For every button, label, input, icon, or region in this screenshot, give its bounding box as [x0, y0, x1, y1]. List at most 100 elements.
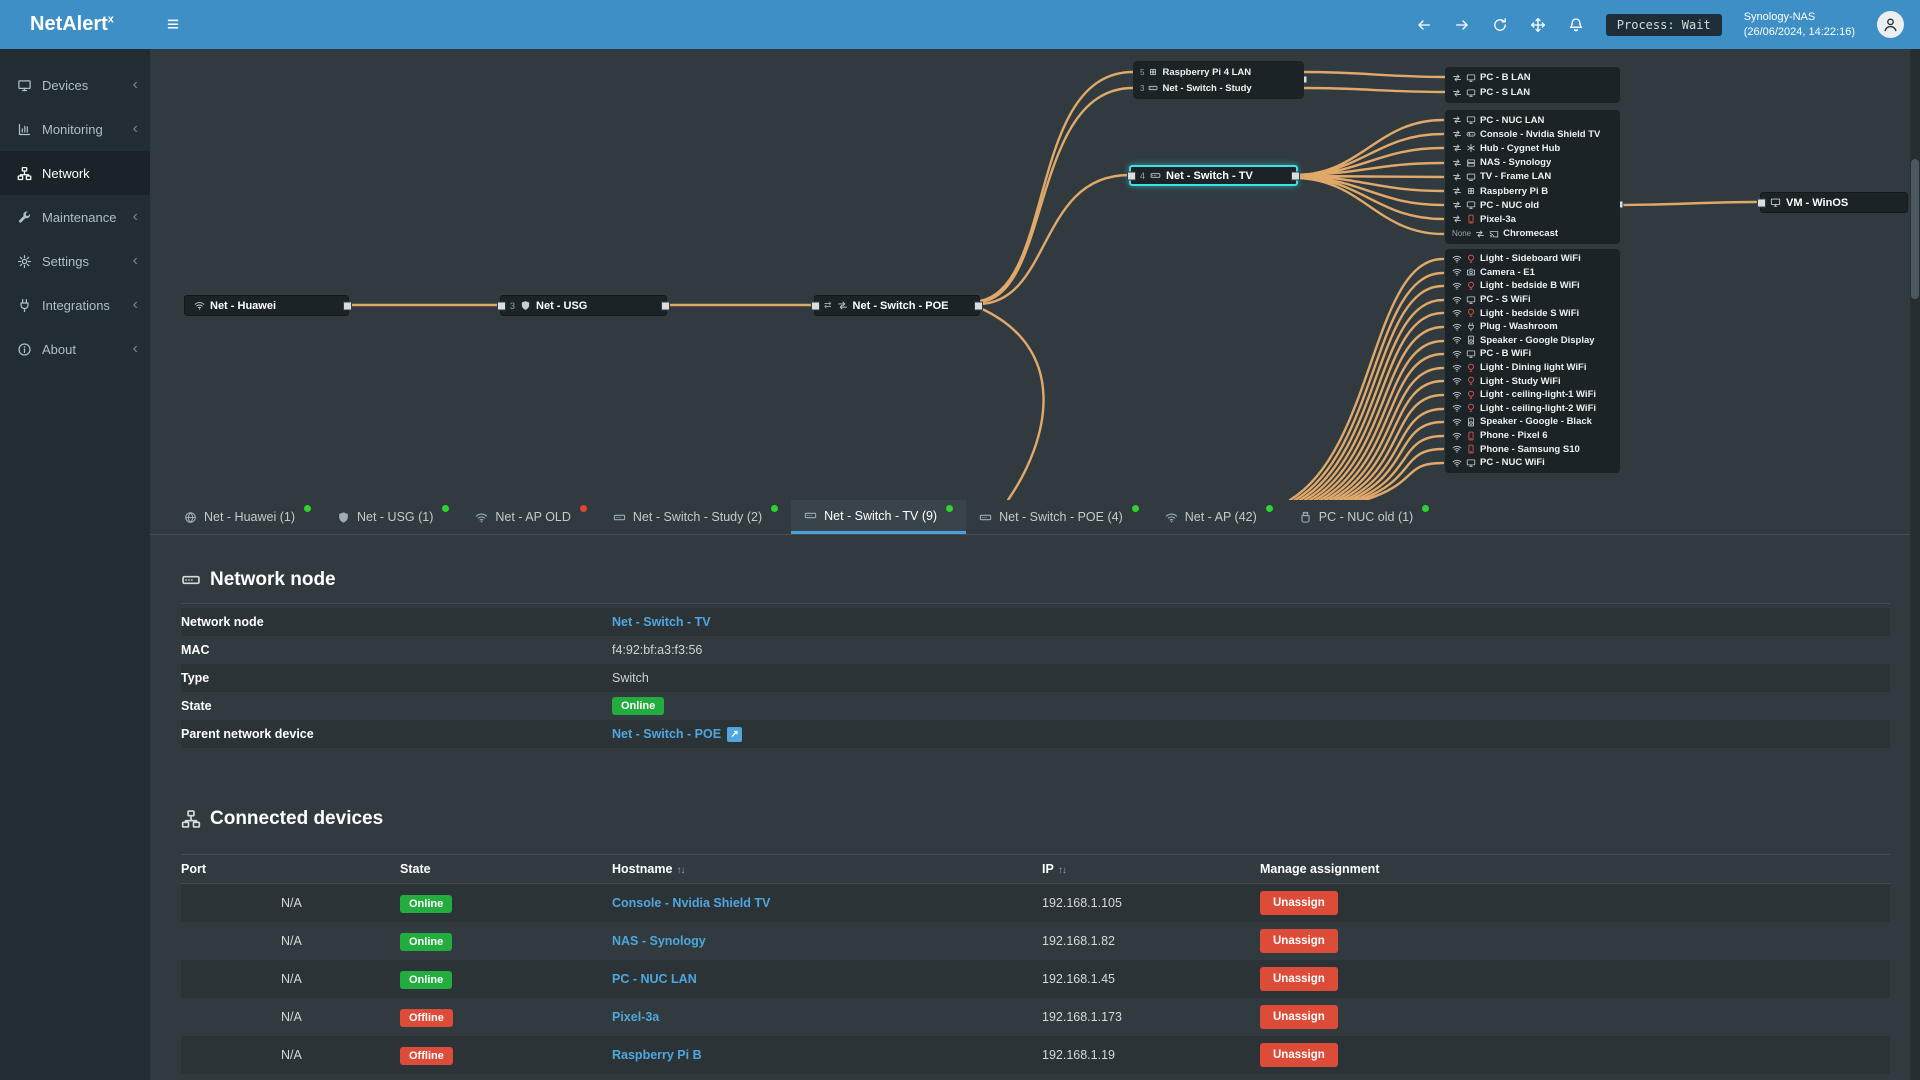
user-avatar[interactable]: [1877, 11, 1904, 38]
tab-net-usg-1[interactable]: Net - USG (1): [324, 500, 462, 534]
topology-device-raspberry-pi-b[interactable]: Raspberry Pi B: [1445, 184, 1620, 198]
unassign-button[interactable]: Unassign: [1260, 967, 1338, 991]
unassign-button[interactable]: Unassign: [1260, 929, 1338, 953]
sidebar-toggle-button[interactable]: ≡: [150, 13, 196, 37]
topology-device-chromecast[interactable]: None Chromecast: [1445, 227, 1620, 241]
tab-net-switch-poe-4[interactable]: Net - Switch - POE (4): [966, 500, 1152, 534]
sidebar-item-devices[interactable]: Devices: [0, 63, 150, 107]
move-button[interactable]: [1530, 17, 1546, 33]
topology-edges: [347, 70, 1758, 500]
field-row-type: Type Switch: [181, 664, 1890, 692]
topology-device-light-sideboard-wifi[interactable]: Light - Sideboard WiFi: [1445, 252, 1620, 266]
monitor-icon: [17, 78, 32, 93]
shield-icon: [337, 511, 350, 524]
hostname-link[interactable]: Raspberry Pi B: [612, 1048, 702, 1062]
external-link-icon[interactable]: ↗: [727, 726, 743, 742]
chevron-left-icon: [133, 252, 138, 270]
parent-network-device-link[interactable]: Net - Switch - POE: [612, 727, 721, 741]
app-logo[interactable]: NetAlertx: [0, 13, 150, 36]
tab-net-huawei-1[interactable]: Net - Huawei (1): [171, 500, 324, 534]
tab-net-switch-study-2[interactable]: Net - Switch - Study (2): [600, 500, 791, 534]
topology-device-camera-e1[interactable]: Camera - E1: [1445, 266, 1620, 280]
scrollbar-thumb[interactable]: [1911, 159, 1919, 299]
sidebar-item-label: Network: [42, 165, 90, 181]
device-label: Light - Sideboard WiFi: [1480, 253, 1581, 265]
topology-device-pixel-3a[interactable]: Pixel-3a: [1445, 212, 1620, 226]
topology-device-console-nvidia-shield-tv[interactable]: Console - Nvidia Shield TV: [1445, 127, 1620, 141]
tab-pc-nuc-old-1[interactable]: PC - NUC old (1): [1286, 500, 1442, 534]
topology-device-light-study-wifi[interactable]: Light - Study WiFi: [1445, 374, 1620, 388]
hostname-link[interactable]: PC - NUC LAN: [612, 972, 697, 986]
switch-icon: [181, 570, 201, 590]
port-cell: N/A: [281, 896, 302, 910]
arrow-left-button[interactable]: [1416, 17, 1432, 33]
topology-node-net-huawei[interactable]: Net - Huawei: [184, 295, 349, 316]
bell-button[interactable]: [1568, 17, 1584, 33]
sidebar-item-about[interactable]: About: [0, 327, 150, 371]
topology-device-light-bedside-b-wifi[interactable]: Light - bedside B WiFi: [1445, 279, 1620, 293]
port-label: 5: [1140, 67, 1145, 77]
device-label: TV - Frame LAN: [1480, 171, 1552, 183]
topology-device-pc-nuc-old[interactable]: PC - NUC old: [1445, 198, 1620, 212]
topology-node-net-usg[interactable]: 3 Net - USG: [500, 295, 667, 316]
tab-net-switch-tv-9[interactable]: Net - Switch - TV (9): [791, 500, 967, 534]
topology-device-nas-synology[interactable]: NAS - Synology: [1445, 156, 1620, 170]
device-row-pc-nuc-lan: N/A Online PC - NUC LAN 192.168.1.45 Unassig…: [181, 960, 1890, 998]
sidebar-item-network[interactable]: Network: [0, 151, 150, 195]
device-label: Light - Study WiFi: [1480, 375, 1561, 387]
wifi-icon: [1165, 511, 1178, 524]
sidebar-item-monitoring[interactable]: Monitoring: [0, 107, 150, 151]
hostname-link[interactable]: NAS - Synology: [612, 934, 706, 948]
column-header-label: Hostname: [612, 862, 673, 876]
sidebar-item-maintenance[interactable]: Maintenance: [0, 195, 150, 239]
sidebar-item-integrations[interactable]: Integrations: [0, 283, 150, 327]
topology-device-phone-pixel-6[interactable]: Phone - Pixel 6: [1445, 429, 1620, 443]
manage-cell: Unassign: [1260, 1043, 1890, 1067]
refresh-button[interactable]: [1492, 17, 1508, 33]
tab-label: Net - Switch - POE (4): [999, 510, 1123, 524]
topology-device-speaker-google-black[interactable]: Speaker - Google - Black: [1445, 415, 1620, 429]
topology-node-net-switch-tv[interactable]: 4 Net - Switch - TV: [1129, 165, 1298, 186]
topology-node-net-switch-poe[interactable]: ⇄ Net - Switch - POE: [814, 295, 980, 316]
sort-icon[interactable]: [1058, 865, 1066, 876]
monitor-icon: [1466, 458, 1476, 468]
topology-node-vm-winos[interactable]: VM - WinOS: [1760, 192, 1908, 213]
topology-device-tv-frame-lan[interactable]: TV - Frame LAN: [1445, 170, 1620, 184]
topology-device-pc-b-wifi[interactable]: PC - B WiFi: [1445, 347, 1620, 361]
topology-device-light-ceiling-light-2-wifi[interactable]: Light - ceiling-light-2 WiFi: [1445, 402, 1620, 416]
field-row-network-node: Network node Net - Switch - TV: [181, 608, 1890, 636]
topology-device-light-bedside-s-wifi[interactable]: Light - bedside S WiFi: [1445, 306, 1620, 320]
monitor-icon: [1466, 295, 1476, 305]
topology-device-hub-cygnet-hub[interactable]: Hub - Cygnet Hub: [1445, 141, 1620, 155]
eth-icon: [1452, 214, 1462, 224]
hostname-link[interactable]: Pixel-3a: [612, 1010, 659, 1024]
field-label: Parent network device: [181, 727, 314, 741]
sort-icon[interactable]: [676, 865, 684, 876]
tab-net-ap-42[interactable]: Net - AP (42): [1152, 500, 1286, 534]
network-node-link[interactable]: Net - Switch - TV: [612, 615, 711, 629]
topology-device-speaker-google-display[interactable]: Speaker - Google Display: [1445, 334, 1620, 348]
topology-device-net-switch-study[interactable]: 3 Net - Switch - Study: [1133, 80, 1304, 96]
section-title: Network node: [210, 569, 336, 590]
topology-device-raspberry-pi-4-lan[interactable]: 5 Raspberry Pi 4 LAN: [1133, 64, 1304, 80]
divider: [181, 603, 1890, 604]
sidebar-item-settings[interactable]: Settings: [0, 239, 150, 283]
topology-device-pc-s-wifi[interactable]: PC - S WiFi: [1445, 293, 1620, 307]
unassign-button[interactable]: Unassign: [1260, 891, 1338, 915]
topology-device-plug-washroom[interactable]: Plug - Washroom: [1445, 320, 1620, 334]
tab-net-ap-old[interactable]: Net - AP OLD: [462, 500, 600, 534]
hostname-link[interactable]: Console - Nvidia Shield TV: [612, 896, 770, 910]
column-header-ip[interactable]: IP: [1042, 862, 1260, 876]
topology-device-pc-b-lan[interactable]: PC - B LAN: [1445, 70, 1620, 85]
bulb-icon: [1466, 376, 1476, 386]
topology-device-light-ceiling-light-1-wifi[interactable]: Light - ceiling-light-1 WiFi: [1445, 388, 1620, 402]
unassign-button[interactable]: Unassign: [1260, 1043, 1338, 1067]
topology-device-pc-s-lan[interactable]: PC - S LAN: [1445, 85, 1620, 100]
topology-device-phone-samsung-s10[interactable]: Phone - Samsung S10: [1445, 442, 1620, 456]
topology-device-light-dining-light-wifi[interactable]: Light - Dining light WiFi: [1445, 361, 1620, 375]
topology-device-pc-nuc-lan[interactable]: PC - NUC LAN: [1445, 113, 1620, 127]
unassign-button[interactable]: Unassign: [1260, 1005, 1338, 1029]
column-header-hostname[interactable]: Hostname: [612, 862, 1042, 876]
arrow-right-button[interactable]: [1454, 17, 1470, 33]
topology-device-pc-nuc-wifi[interactable]: PC - NUC WiFi: [1445, 456, 1620, 470]
